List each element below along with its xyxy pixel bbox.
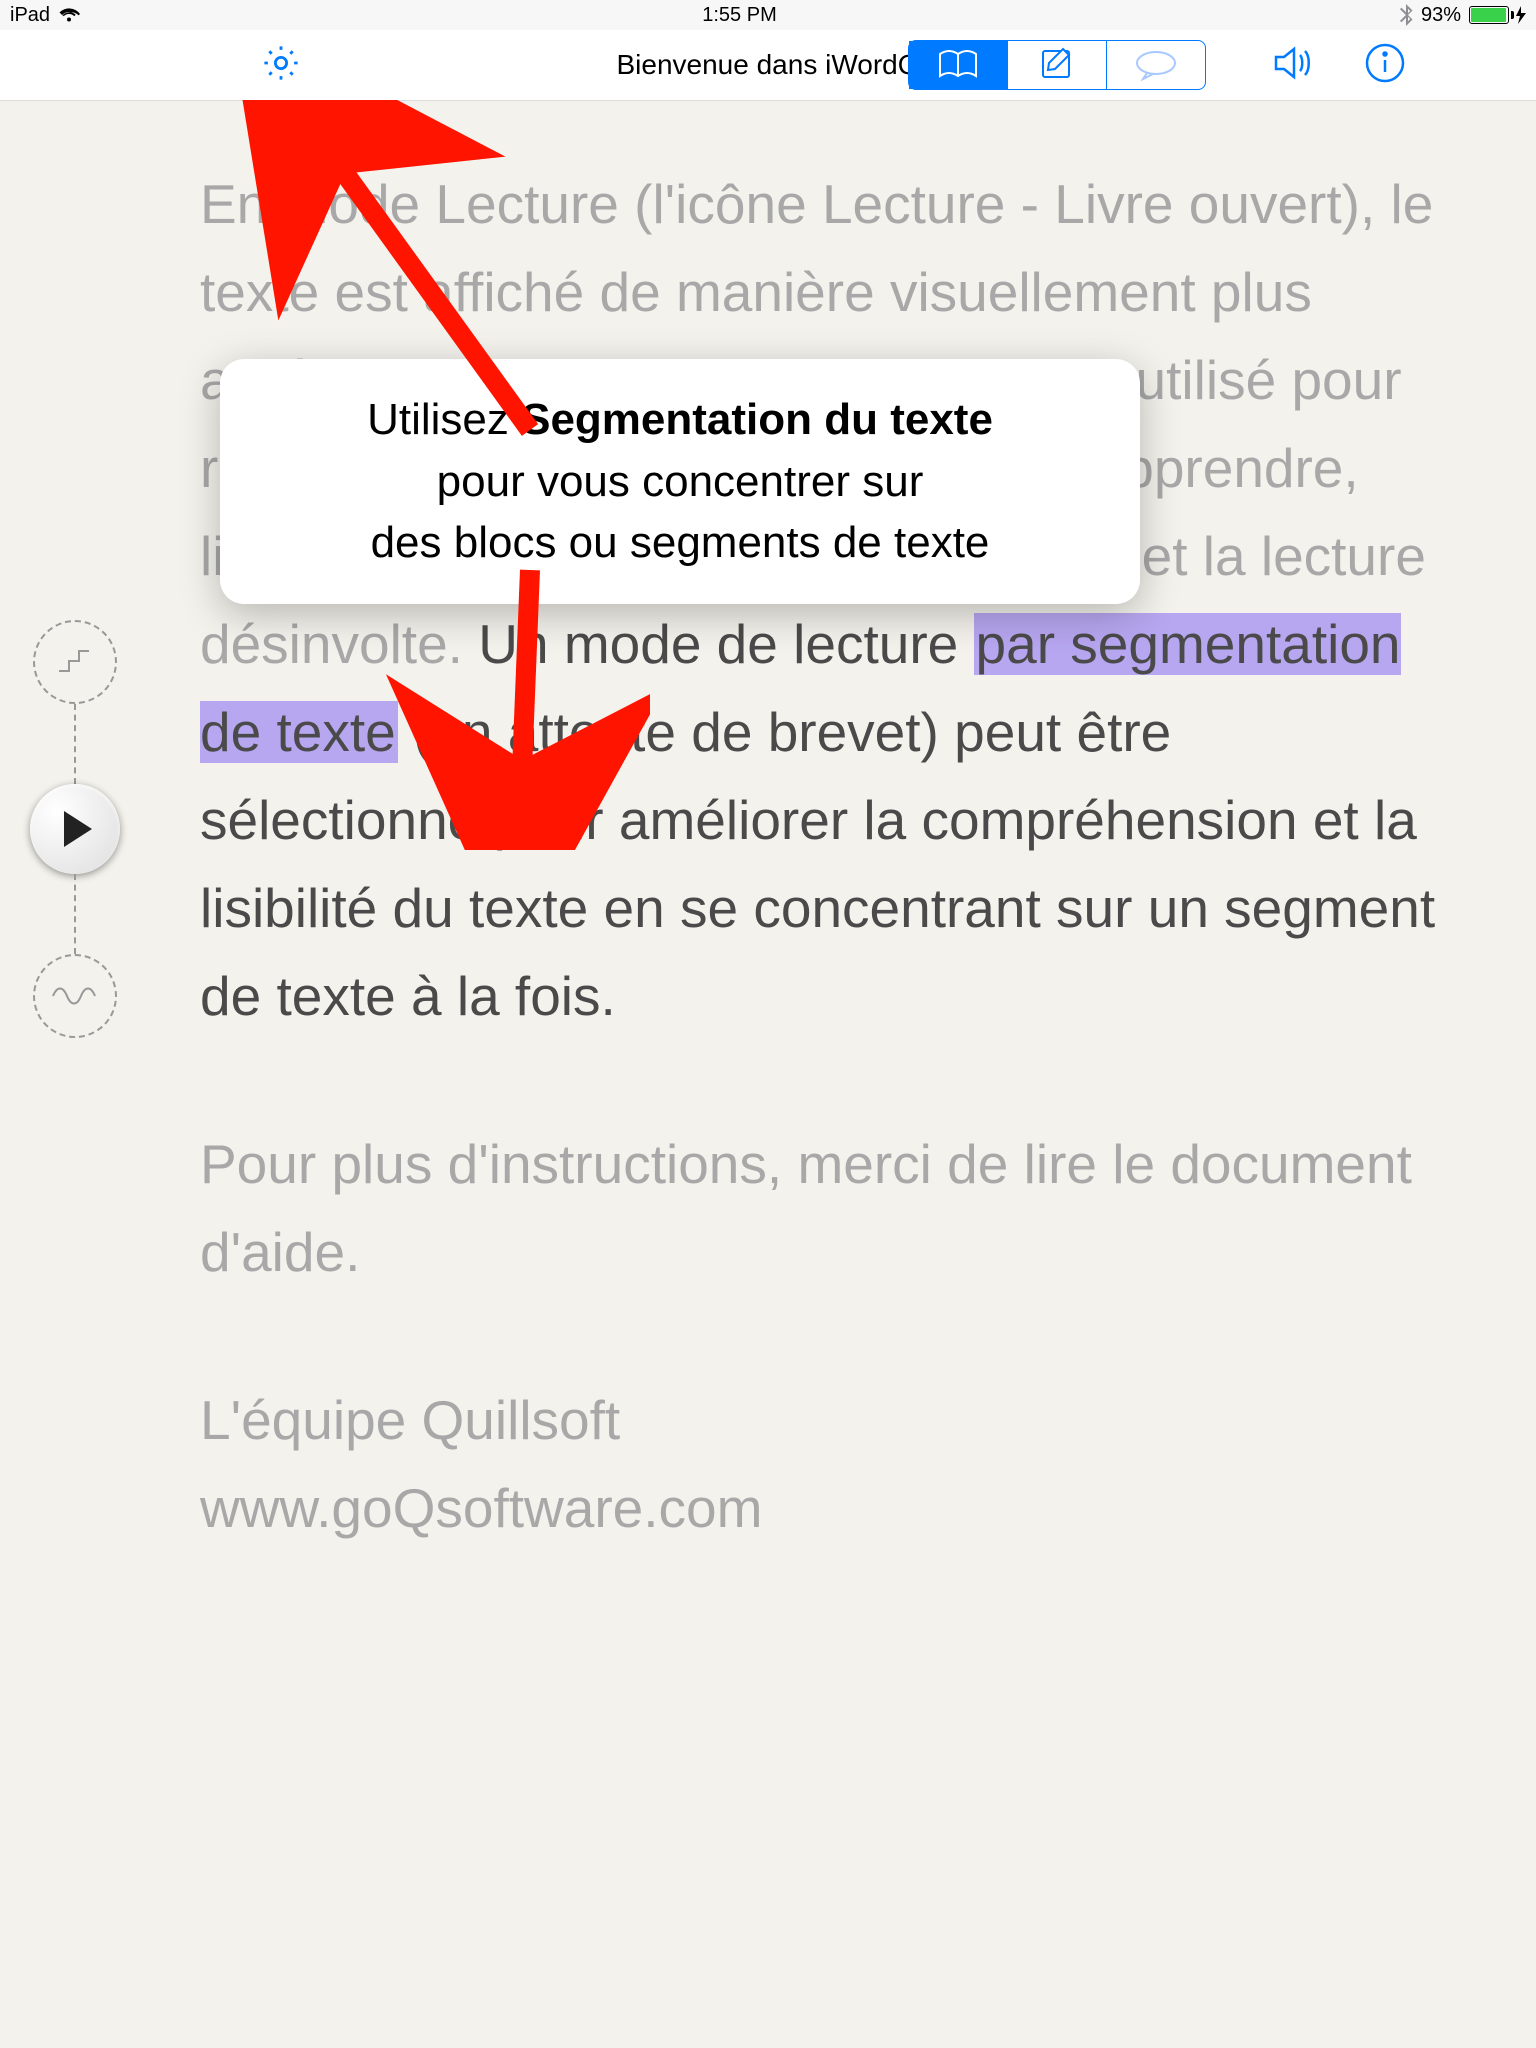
instructions-text: Pour plus d'instructions, merci de lire … [200, 1120, 1446, 1296]
battery-icon [1469, 6, 1526, 24]
team-signature: L'équipe Quillsoft [200, 1376, 1446, 1464]
bluetooth-icon [1399, 4, 1413, 26]
mode-segmented-control[interactable] [908, 40, 1206, 90]
clock: 1:55 PM [702, 4, 776, 27]
speak-button[interactable] [1272, 43, 1316, 88]
read-mode-tab[interactable] [909, 41, 1008, 89]
help-tooltip: Utilisez Segmentation du texte pour vous… [220, 359, 1140, 604]
app-toolbar: Bienvenue dans iWordQ [0, 30, 1536, 101]
tooltip-bold: Segmentation du texte [521, 395, 993, 444]
info-button[interactable] [1364, 42, 1406, 89]
tooltip-line1: Utilisez Segmentation du texte [260, 389, 1100, 451]
control-connector [74, 874, 76, 954]
edit-mode-tab[interactable] [1008, 41, 1107, 89]
control-connector [74, 704, 76, 784]
settings-button[interactable] [260, 42, 302, 89]
wifi-icon [58, 7, 80, 23]
tooltip-prefix: Utilisez [367, 395, 521, 444]
continuous-mode-button[interactable] [33, 954, 117, 1038]
text-before-highlight: Un mode de lecture [478, 613, 973, 675]
play-button[interactable] [30, 784, 120, 874]
device-label: iPad [10, 4, 50, 27]
playback-controls [30, 620, 120, 1038]
battery-percent: 93% [1421, 4, 1461, 27]
page-title: Bienvenue dans iWordQ [617, 49, 920, 81]
status-left: iPad [10, 4, 80, 27]
step-mode-button[interactable] [33, 620, 117, 704]
tooltip-line3: des blocs ou segments de texte [260, 512, 1100, 574]
status-right: 93% [1399, 4, 1526, 27]
tooltip-line2: pour vous concentrer sur [260, 451, 1100, 513]
status-bar: iPad 1:55 PM 93% [0, 0, 1536, 30]
website-url: www.goQsoftware.com [200, 1464, 1446, 1552]
speech-mode-tab[interactable] [1107, 41, 1205, 89]
